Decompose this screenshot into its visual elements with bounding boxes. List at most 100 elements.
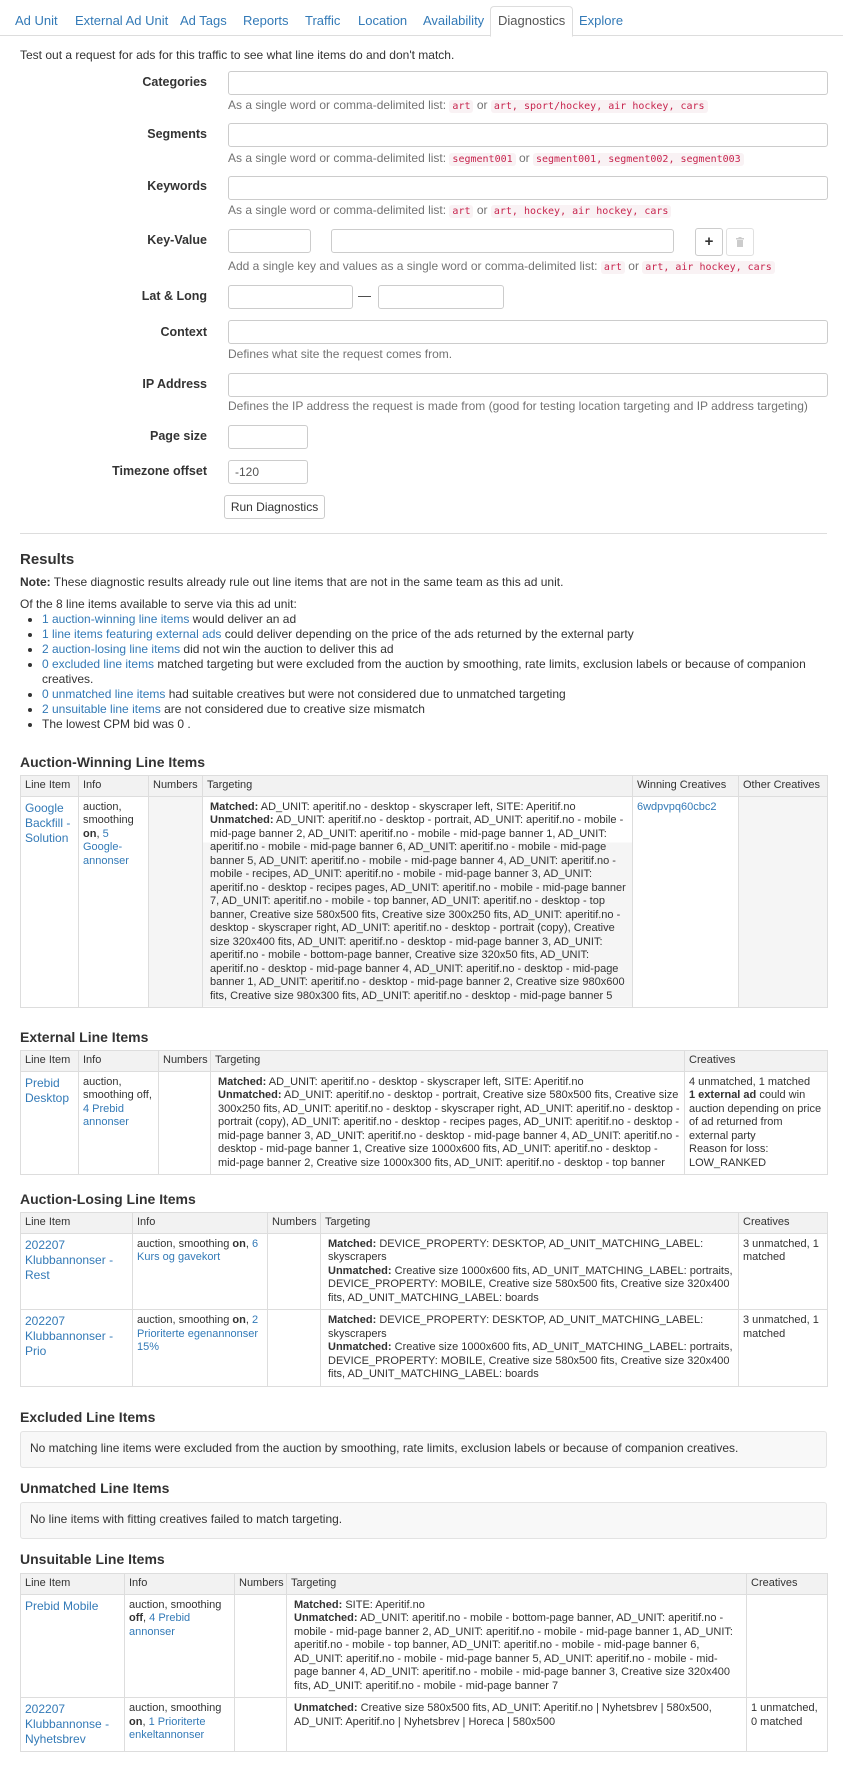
targeting-cell: Matched: SITE: Aperitif.no Unmatched: AD_… (286, 1593, 747, 1698)
auction-losing-table: Line Item Info Numbers Targeting Creativ… (20, 1212, 828, 1387)
auction-losing-heading: Auction-Losing Line Items (20, 1191, 196, 1207)
targeting-cell: Matched: AD_UNIT: aperitif.no - desktop … (202, 795, 633, 1008)
creatives-cell (746, 1593, 828, 1698)
results-summary: Of the 8 line items available to serve v… (20, 597, 297, 611)
keywords-help: As a single word or comma-delimited list… (228, 203, 672, 218)
line-item-cell: 202207 Klubbannonser - Prio (20, 1309, 133, 1387)
value-input[interactable] (331, 229, 674, 253)
line-item-cell: Prebid Mobile (20, 1593, 125, 1698)
other-creatives-cell (738, 795, 828, 1008)
tab-ad-tags[interactable]: Ad Tags (172, 6, 235, 36)
col-line-item: Line Item (20, 775, 79, 797)
longitude-input[interactable] (378, 285, 504, 309)
results-heading: Results (20, 551, 75, 568)
context-label: Context (160, 325, 207, 339)
line-item-link[interactable]: Google Backfill - Solution (25, 801, 70, 845)
unsuitable-heading: Unsuitable Line Items (20, 1551, 165, 1567)
context-input[interactable] (228, 320, 828, 344)
list-item: 1 line items featuring external ads coul… (42, 627, 827, 642)
table-row: Prebid Desktop auction, smoothing off, 4… (20, 1070, 828, 1175)
key-value-label: Key-Value (147, 233, 207, 247)
list-item: 2 unsuitable line items are not consider… (42, 702, 827, 717)
col-numbers: Numbers (148, 775, 203, 797)
tab-explore[interactable]: Explore (571, 6, 631, 36)
segments-input[interactable] (228, 123, 828, 147)
table-row: 202207 Klubbannonser - Rest auction, smo… (20, 1232, 828, 1310)
run-diagnostics-button[interactable]: Run Diagnostics (224, 495, 325, 519)
targeting-cell: Matched: DEVICE_PROPERTY: DESKTOP, AD_UN… (320, 1309, 739, 1387)
col-info: Info (124, 1573, 235, 1595)
key-input[interactable] (228, 229, 311, 253)
unmatched-heading: Unmatched Line Items (20, 1480, 170, 1496)
excluded-link[interactable]: 0 excluded line items (42, 657, 154, 671)
key-value-help: Add a single key and values as a single … (228, 259, 775, 274)
targeting-cell: Matched: DEVICE_PROPERTY: DESKTOP, AD_UN… (320, 1232, 739, 1310)
winning-creative-link[interactable]: 6wdpvpq60cbc2 (637, 801, 717, 813)
list-item: The lowest CPM bid was 0 . (42, 717, 827, 732)
categories-input[interactable] (228, 71, 828, 95)
line-item-link[interactable]: Prebid Mobile (25, 1599, 98, 1613)
col-line-item: Line Item (20, 1050, 79, 1072)
numbers-cell (234, 1593, 287, 1698)
add-key-value-button[interactable]: + (695, 228, 723, 256)
auction-losing-link[interactable]: 2 auction-losing line items (42, 642, 180, 656)
unmatched-link[interactable]: 0 unmatched line items (42, 687, 165, 701)
ip-address-help: Defines the IP address the request is ma… (228, 399, 808, 413)
winning-creatives-cell: 6wdpvpq60cbc2 (632, 795, 739, 1008)
external-heading: External Line Items (20, 1029, 149, 1045)
col-targeting: Targeting (286, 1573, 747, 1595)
tab-diagnostics[interactable]: Diagnostics (490, 6, 574, 37)
table-row: 202207 Klubbannonser - Prio auction, smo… (20, 1309, 828, 1387)
categories-label: Categories (142, 75, 207, 89)
tab-external-ad-unit[interactable]: External Ad Unit (67, 6, 176, 36)
col-targeting: Targeting (210, 1050, 685, 1072)
tab-bar: Ad Unit External Ad Unit Ad Tags Reports… (0, 0, 843, 37)
creatives-link[interactable]: 4 Prebid annonser (83, 1103, 129, 1129)
line-item-cell: Prebid Desktop (20, 1070, 79, 1175)
table-row: Google Backfill - Solution auction, smoo… (20, 795, 828, 1008)
numbers-cell (148, 795, 203, 1008)
col-numbers: Numbers (234, 1573, 287, 1595)
targeting-cell: Matched: AD_UNIT: aperitif.no - desktop … (210, 1070, 685, 1175)
tab-availability[interactable]: Availability (415, 6, 492, 36)
timezone-offset-input[interactable] (228, 460, 308, 484)
auction-winning-table: Line Item Info Numbers Targeting Winning… (20, 775, 828, 1008)
creatives-cell: 4 unmatched, 1 matched 1 external ad coul… (684, 1070, 828, 1175)
line-item-link[interactable]: 202207 Klubbannonser - Prio (25, 1314, 113, 1358)
line-item-link[interactable]: Prebid Desktop (25, 1076, 69, 1105)
lat-long-separator: — (358, 288, 371, 303)
unsuitable-table: Line Item Info Numbers Targeting Creativ… (20, 1573, 828, 1752)
info-cell: auction, smoothing on, 6 Kurs og gavekor… (132, 1232, 268, 1310)
col-creatives: Creatives (738, 1212, 828, 1234)
line-item-cell: Google Backfill - Solution (20, 795, 79, 1008)
results-note: Note: These diagnostic results already r… (20, 575, 564, 589)
ip-address-input[interactable] (228, 373, 828, 397)
tab-reports[interactable]: Reports (235, 6, 297, 36)
external-link[interactable]: 1 line items featuring external ads (42, 627, 221, 641)
col-creatives: Creatives (684, 1050, 828, 1072)
info-cell: auction, smoothing off, 4 Prebid annonse… (124, 1593, 235, 1698)
info-cell: auction, smoothing on, 1 Prioriterte enk… (124, 1697, 235, 1752)
tab-ad-unit[interactable]: Ad Unit (7, 6, 66, 36)
info-cell: auction, smoothing on, 2 Prioriterte ege… (132, 1309, 268, 1387)
list-item: 0 excluded line items matched targeting … (42, 657, 827, 687)
line-item-link[interactable]: 202207 Klubbannonser - Rest (25, 1238, 113, 1282)
table-row: Prebid Mobile auction, smoothing off, 4 … (20, 1593, 828, 1698)
col-other-creatives: Other Creatives (738, 775, 828, 797)
latitude-input[interactable] (228, 285, 353, 309)
auction-winning-link[interactable]: 1 auction-winning line items (42, 612, 189, 626)
unsuitable-link[interactable]: 2 unsuitable line items (42, 702, 161, 716)
ip-address-label: IP Address (142, 377, 207, 391)
line-item-link[interactable]: 202207 Klubbannonse - Nyhetsbrev (25, 1702, 109, 1746)
tab-traffic[interactable]: Traffic (297, 6, 348, 36)
delete-key-value-button[interactable] (726, 228, 754, 256)
context-help: Defines what site the request comes from… (228, 347, 453, 361)
segments-label: Segments (147, 127, 207, 141)
external-table: Line Item Info Numbers Targeting Creativ… (20, 1050, 828, 1175)
col-winning-creatives: Winning Creatives (632, 775, 739, 797)
list-item: 1 auction-winning line items would deliv… (42, 612, 827, 627)
list-item: 0 unmatched line items had suitable crea… (42, 687, 827, 702)
page-size-input[interactable] (228, 425, 308, 449)
keywords-input[interactable] (228, 176, 828, 200)
tab-location[interactable]: Location (350, 6, 415, 36)
